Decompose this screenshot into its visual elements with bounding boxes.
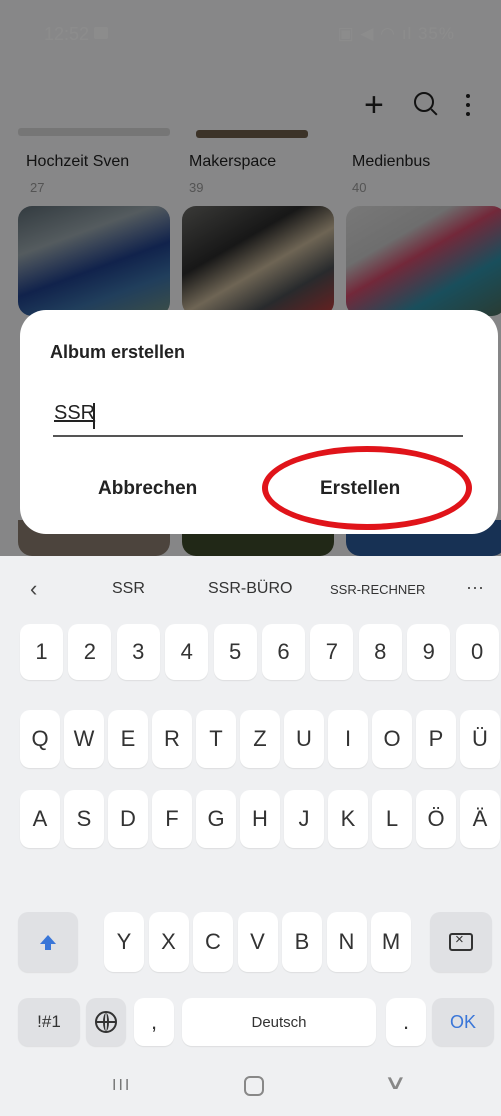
suggestion-item[interactable]: SSR: [112, 580, 145, 598]
key-9[interactable]: 9: [407, 624, 451, 680]
key-y[interactable]: Y: [104, 912, 144, 972]
globe-icon: [95, 1011, 117, 1033]
language-key[interactable]: [86, 998, 126, 1046]
key-u[interactable]: U: [284, 710, 324, 768]
text-cursor: [93, 403, 95, 429]
key-s[interactable]: S: [64, 790, 104, 848]
key-c[interactable]: C: [193, 912, 233, 972]
key-q[interactable]: Q: [20, 710, 60, 768]
ok-key[interactable]: OK: [432, 998, 494, 1046]
key-m[interactable]: M: [371, 912, 411, 972]
key-v[interactable]: V: [237, 912, 278, 972]
key-5[interactable]: 5: [213, 624, 257, 680]
key-t[interactable]: T: [196, 710, 236, 768]
home-icon[interactable]: [244, 1076, 264, 1096]
period-key[interactable]: .: [386, 998, 426, 1046]
key-8[interactable]: 8: [358, 624, 402, 680]
key-x[interactable]: X: [148, 912, 189, 972]
recent-apps-icon[interactable]: III: [112, 1077, 131, 1095]
key-b[interactable]: B: [282, 912, 322, 972]
key-6[interactable]: 6: [262, 624, 305, 680]
key-ü[interactable]: Ü: [460, 710, 500, 768]
key-g[interactable]: G: [196, 790, 236, 848]
shift-icon: [40, 934, 56, 950]
key-f[interactable]: F: [152, 790, 192, 848]
dialog-title: Album erstellen: [50, 342, 186, 362]
highlight-circle: [262, 446, 472, 530]
key-ä[interactable]: Ä: [460, 790, 500, 848]
key-w[interactable]: W: [64, 710, 104, 768]
key-2[interactable]: 2: [68, 624, 112, 680]
input-underline: [53, 435, 463, 437]
chevron-left-icon[interactable]: ‹: [30, 576, 37, 602]
key-d[interactable]: D: [108, 790, 148, 848]
more-horiz-icon[interactable]: ···: [466, 577, 484, 598]
key-z[interactable]: Z: [240, 710, 280, 768]
cancel-button[interactable]: Abbrechen: [98, 478, 197, 500]
back-chevron-icon[interactable]: ∨: [384, 1070, 407, 1095]
suggestion-item[interactable]: SSR-RECHNER: [330, 582, 425, 597]
key-h[interactable]: H: [240, 790, 280, 848]
shift-key[interactable]: [18, 912, 78, 972]
key-i[interactable]: I: [328, 710, 368, 768]
key-r[interactable]: R: [152, 710, 192, 768]
space-key[interactable]: Deutsch: [182, 998, 376, 1046]
key-a[interactable]: A: [20, 790, 60, 848]
album-name-input[interactable]: SSR: [54, 402, 95, 425]
key-ö[interactable]: Ö: [416, 790, 456, 848]
key-j[interactable]: J: [284, 790, 324, 848]
suggestion-item[interactable]: SSR-BÜRO: [208, 580, 292, 598]
key-k[interactable]: K: [328, 790, 368, 848]
key-n[interactable]: N: [326, 912, 367, 972]
backspace-key[interactable]: [430, 912, 492, 972]
symbols-key[interactable]: !#1: [18, 998, 80, 1046]
key-7[interactable]: 7: [310, 624, 354, 680]
key-1[interactable]: 1: [20, 624, 63, 680]
backspace-icon: [449, 931, 473, 951]
key-p[interactable]: P: [416, 710, 456, 768]
key-0[interactable]: 0: [455, 624, 499, 680]
comma-key[interactable]: ,: [134, 998, 174, 1046]
key-e[interactable]: E: [108, 710, 148, 768]
key-4[interactable]: 4: [165, 624, 209, 680]
key-o[interactable]: O: [372, 710, 412, 768]
key-3[interactable]: 3: [116, 624, 160, 680]
key-l[interactable]: L: [372, 790, 412, 848]
